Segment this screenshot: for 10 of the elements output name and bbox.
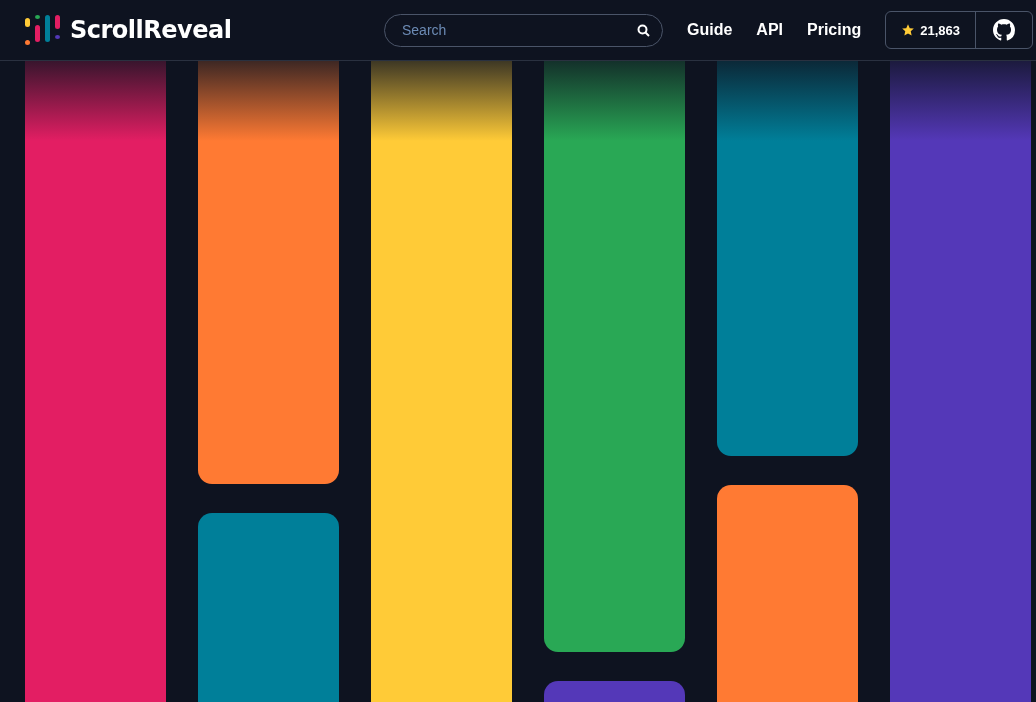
nav-link[interactable]: Pricing	[807, 21, 862, 39]
nav-link[interactable]: Guide	[687, 21, 733, 39]
github-icon	[993, 19, 1015, 41]
search-icon	[637, 23, 650, 37]
star-icon	[901, 23, 916, 37]
search-input[interactable]: Search	[400, 21, 637, 39]
nav-link[interactable]: API	[756, 21, 783, 39]
logo-icon	[25, 15, 60, 45]
logo-text: ScrollReveal	[70, 16, 232, 44]
star-count-button[interactable]: 21,863	[886, 12, 976, 48]
